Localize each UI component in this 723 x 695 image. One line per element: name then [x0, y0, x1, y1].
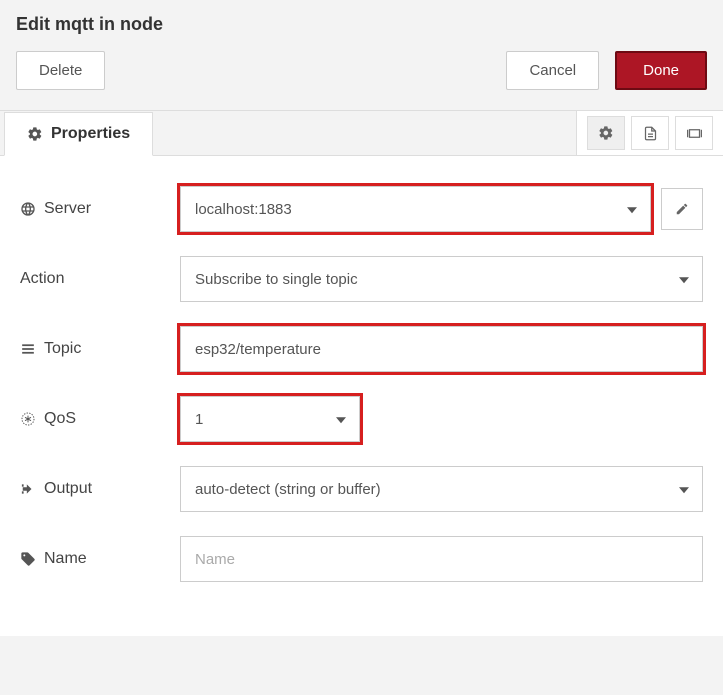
tag-icon — [20, 551, 36, 567]
form-area: Server localhost:1883 — [0, 156, 723, 636]
name-input[interactable] — [180, 536, 703, 582]
name-row: Name — [20, 536, 703, 582]
done-button[interactable]: Done — [615, 51, 707, 90]
tab-properties[interactable]: Properties — [4, 112, 153, 156]
arrow-right-icon — [20, 482, 36, 496]
tab-properties-label: Properties — [51, 125, 130, 143]
settings-tab-button[interactable] — [587, 116, 625, 150]
tabs-container: Properties — [0, 110, 723, 636]
action-row: Action Subscribe to single topic — [20, 256, 703, 302]
qos-row: QoS 1 — [20, 396, 703, 442]
header-buttons: Delete Cancel Done — [0, 51, 723, 110]
server-label: Server — [20, 200, 180, 218]
list-icon — [20, 342, 36, 356]
tabs-row: Properties — [0, 111, 723, 156]
cancel-button[interactable]: Cancel — [506, 51, 599, 90]
description-tab-button[interactable] — [631, 116, 669, 150]
action-label: Action — [20, 270, 180, 288]
qos-label: QoS — [20, 410, 180, 428]
output-select[interactable]: auto-detect (string or buffer) — [180, 466, 703, 512]
edit-server-button[interactable] — [661, 188, 703, 230]
asterisk-icon — [20, 411, 36, 427]
action-select[interactable]: Subscribe to single topic — [180, 256, 703, 302]
name-label: Name — [20, 550, 180, 568]
topic-input[interactable] — [180, 326, 703, 372]
appearance-tab-button[interactable] — [675, 116, 713, 150]
tab-side-icons — [576, 111, 723, 155]
panel-title: Edit mqtt in node — [0, 8, 723, 51]
globe-icon — [20, 201, 36, 217]
qos-select[interactable]: 1 — [180, 396, 360, 442]
output-row: Output auto-detect (string or buffer) — [20, 466, 703, 512]
server-select[interactable]: localhost:1883 — [180, 186, 651, 232]
output-label: Output — [20, 480, 180, 498]
document-icon — [643, 125, 658, 142]
edit-panel: Edit mqtt in node Delete Cancel Done Pro… — [0, 0, 723, 636]
topic-row: Topic — [20, 326, 703, 372]
gear-icon — [598, 125, 614, 141]
expand-icon — [686, 126, 703, 141]
gear-icon — [27, 126, 43, 142]
delete-button[interactable]: Delete — [16, 51, 105, 90]
pencil-icon — [675, 202, 689, 216]
server-row: Server localhost:1883 — [20, 186, 703, 232]
topic-label: Topic — [20, 340, 180, 358]
